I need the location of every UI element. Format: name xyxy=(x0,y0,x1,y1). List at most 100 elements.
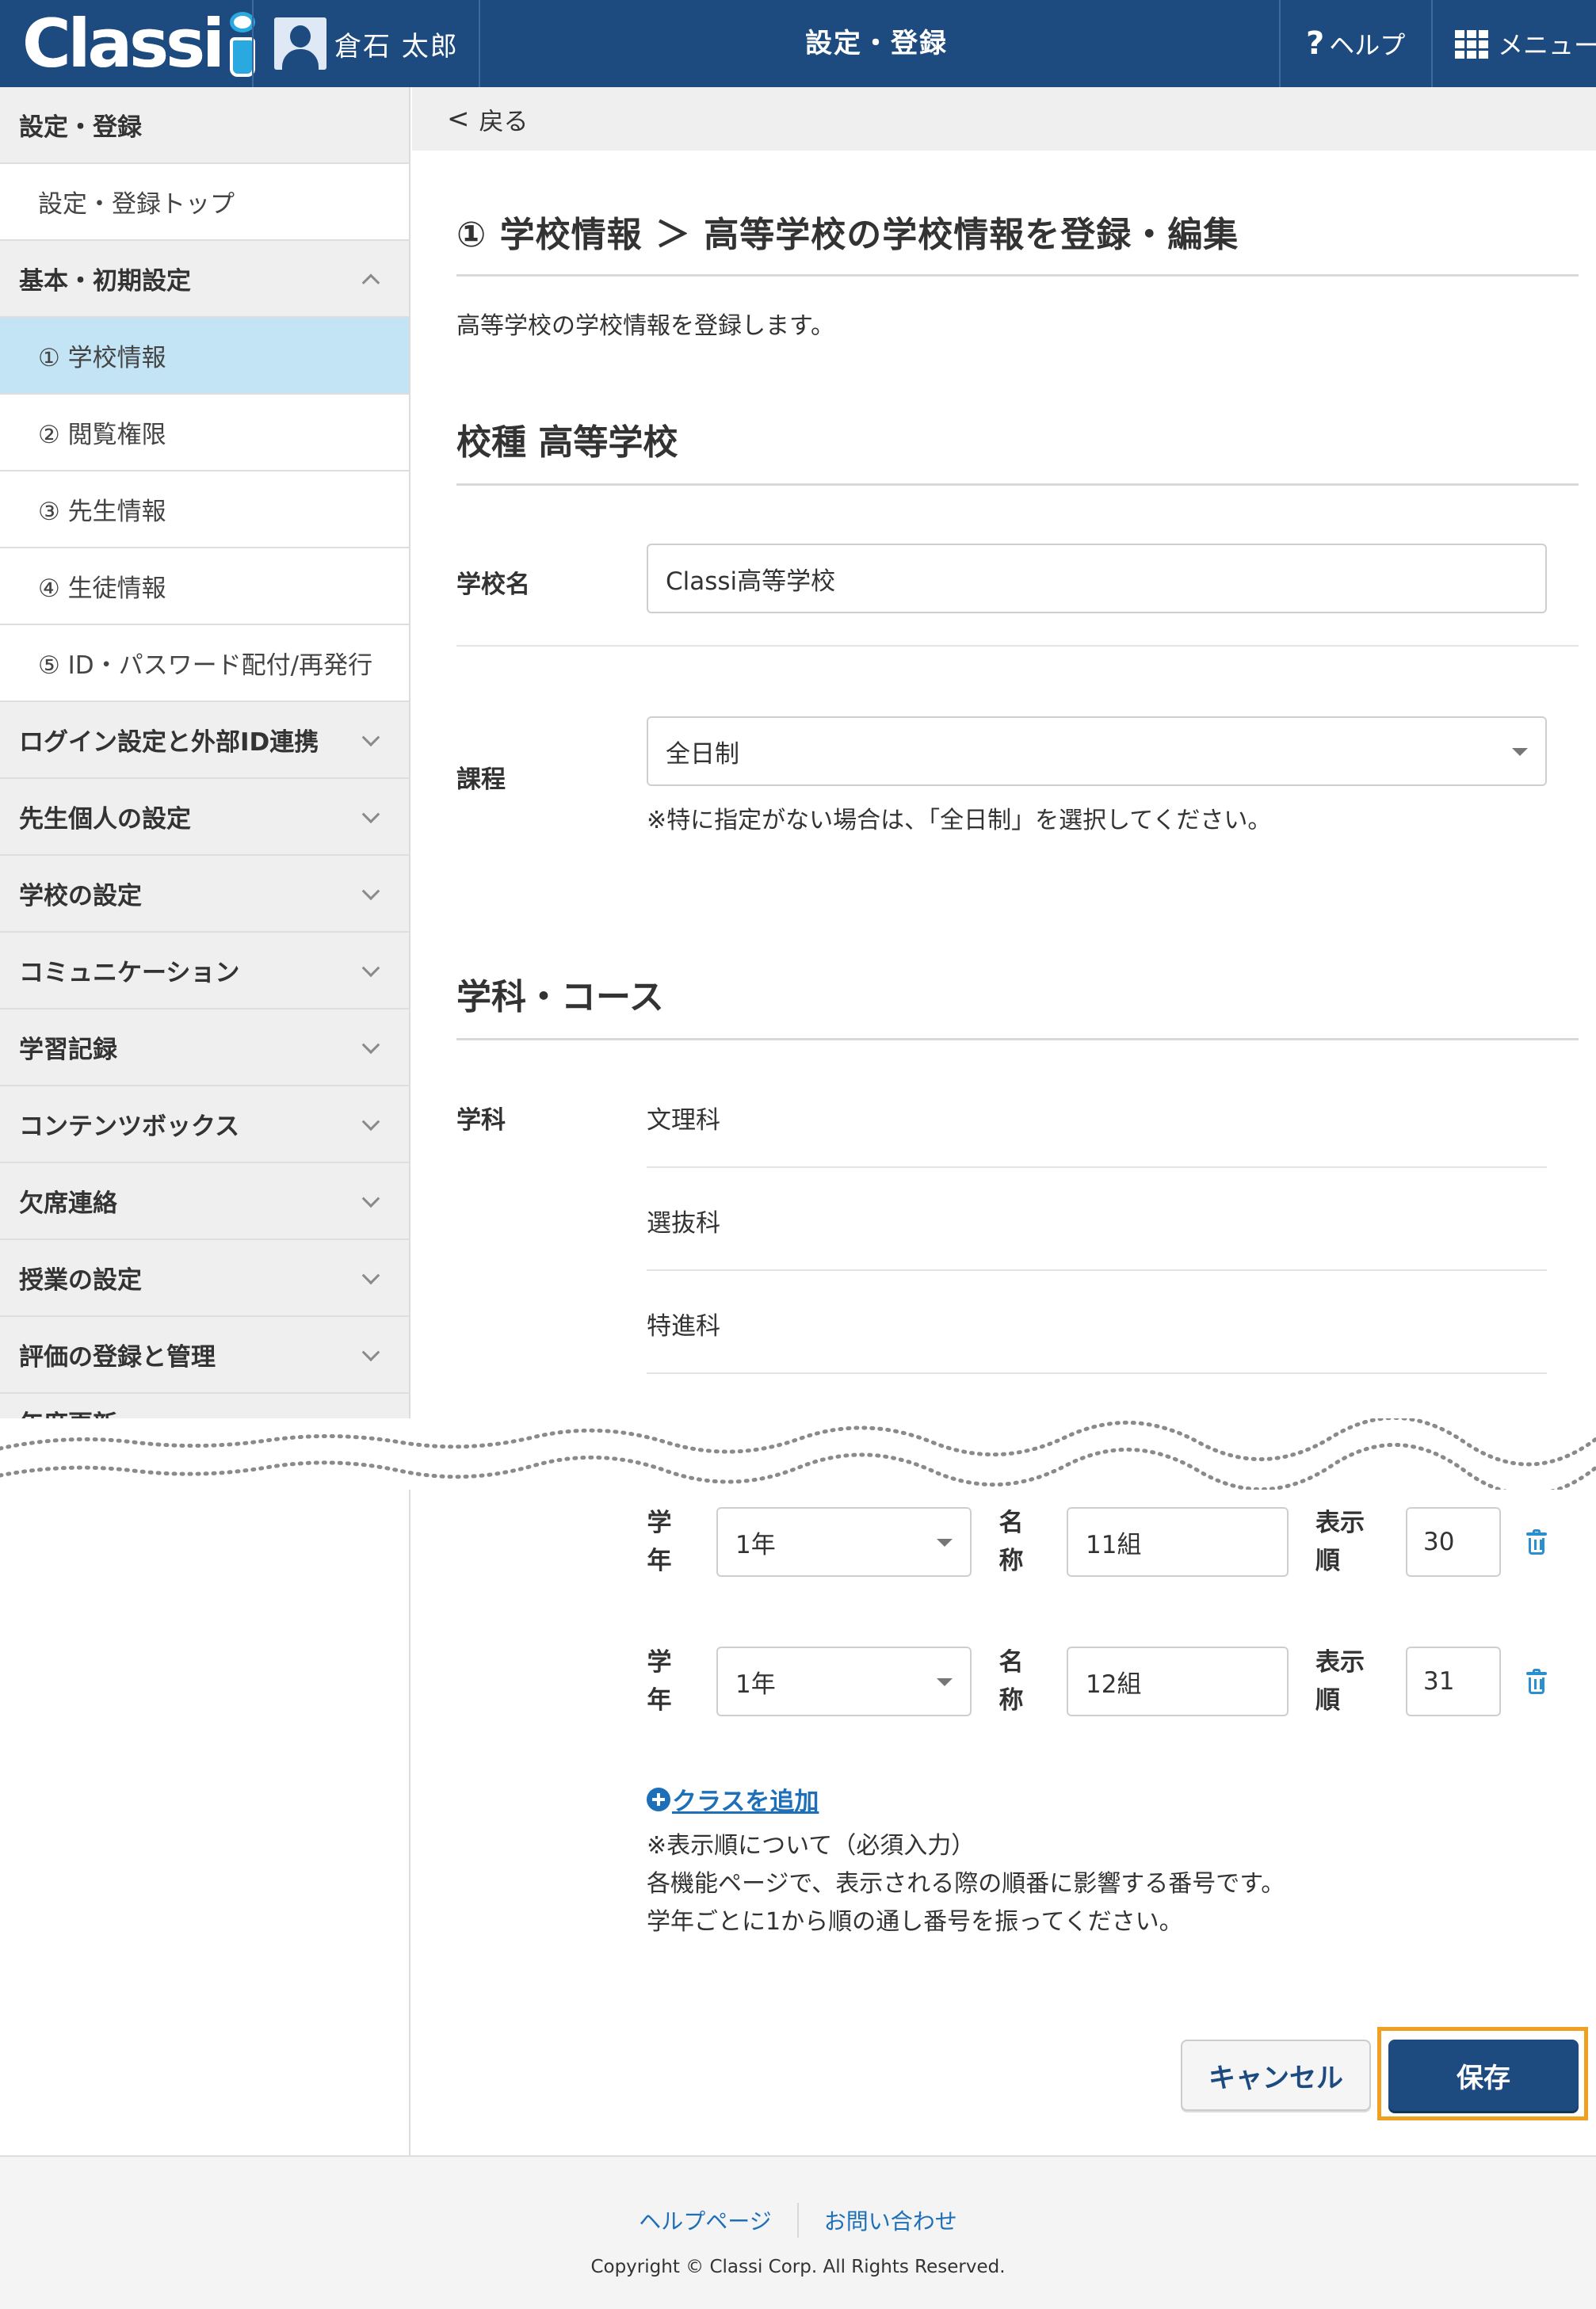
classi-logo[interactable]: Classi xyxy=(20,5,260,82)
footer-divider xyxy=(796,2203,799,2238)
sidebar-group-contents-box[interactable]: コンテンツボックス xyxy=(0,1086,409,1163)
help-page-link[interactable]: ヘルプページ xyxy=(639,2204,771,2236)
class-name-input[interactable]: 11組 xyxy=(1067,1507,1289,1577)
contact-link[interactable]: お問い合わせ xyxy=(824,2204,957,2236)
trash-icon[interactable] xyxy=(1526,1529,1547,1555)
school-name-value: Classi高等学校 xyxy=(666,567,836,596)
department-label: 学科 xyxy=(456,1106,506,1135)
plus-circle-icon xyxy=(647,1787,670,1811)
dropdown-arrow-icon xyxy=(937,1539,953,1547)
torn-edge xyxy=(0,1416,1596,1497)
name-label: 名称 xyxy=(998,1509,1024,1575)
sidebar-item-school-info[interactable]: ① 学校情報 xyxy=(0,318,409,395)
sidebar-item-label: ③ 先生情報 xyxy=(38,498,166,526)
course-label: 課程 xyxy=(456,765,506,794)
chevron-down-icon xyxy=(361,727,380,746)
chevron-down-icon xyxy=(361,958,380,977)
trash-icon[interactable] xyxy=(1526,1669,1547,1694)
footer-links: ヘルプページ お問い合わせ xyxy=(0,2203,1596,2238)
order-value: 31 xyxy=(1423,1667,1455,1696)
grade-value: 1年 xyxy=(735,1530,776,1559)
sidebar-group-learning-record[interactable]: 学習記録 xyxy=(0,1009,409,1086)
sidebar-item-label: コンテンツボックス xyxy=(19,1113,240,1141)
sidebar-item-label: ⑤ ID・パスワード配付/再発行 xyxy=(38,651,373,680)
sidebar-item-label: ログイン設定と外部ID連携 xyxy=(19,728,319,757)
chevron-down-icon xyxy=(361,1265,380,1284)
department-divider xyxy=(647,1166,1547,1168)
logo-i-icon xyxy=(225,10,260,77)
school-name-input[interactable]: Classi高等学校 xyxy=(647,544,1547,613)
header-divider xyxy=(1431,0,1433,87)
class-name-input[interactable]: 12組 xyxy=(1067,1647,1289,1716)
title-divider xyxy=(456,274,1579,277)
add-class-link[interactable]: クラスを追加 xyxy=(647,1781,819,1817)
sidebar-item-label: 学校の設定 xyxy=(19,882,142,910)
department-item: 特進科 xyxy=(647,1312,720,1341)
order-label: 表示順 xyxy=(1315,1648,1365,1715)
school-name-label: 学校名 xyxy=(456,571,530,599)
sidebar-item-label: ② 閲覧権限 xyxy=(38,421,166,449)
sidebar-group-classes[interactable]: 授業の設定 xyxy=(0,1240,409,1317)
sidebar-group-communication[interactable]: コミュニケーション xyxy=(0,933,409,1009)
sidebar-item-teachers[interactable]: ③ 先生情報 xyxy=(0,471,409,548)
sidebar-nav: 設定・登録 設定・登録トップ 基本・初期設定 ① 学校情報 ② 閲覧権限 ③ 先… xyxy=(0,87,409,1434)
class-name-value: 11組 xyxy=(1086,1530,1142,1559)
course-select[interactable]: 全日制 xyxy=(647,716,1547,786)
sidebar-item-settings-top[interactable]: 設定・登録トップ xyxy=(0,164,409,241)
sidebar-group-settings[interactable]: 設定・登録 xyxy=(0,87,409,164)
chevron-down-icon xyxy=(361,804,380,823)
sidebar-item-students[interactable]: ④ 生徒情報 xyxy=(0,548,409,625)
name-label: 名称 xyxy=(998,1648,1024,1715)
grade-select[interactable]: 1年 xyxy=(716,1647,972,1716)
grade-label: 学年 xyxy=(647,1509,672,1575)
sidebar: 設定・登録 設定・登録トップ 基本・初期設定 ① 学校情報 ② 閲覧権限 ③ 先… xyxy=(0,87,410,2155)
back-label: 戻る xyxy=(479,107,529,136)
grade-value: 1年 xyxy=(735,1670,776,1699)
sidebar-item-label: 先生個人の設定 xyxy=(19,805,191,834)
sidebar-group-evaluation[interactable]: 評価の登録と管理 xyxy=(0,1317,409,1394)
department-item: 文理科 xyxy=(647,1106,720,1135)
order-input[interactable]: 31 xyxy=(1406,1647,1501,1716)
school-type-heading: 校種 高等学校 xyxy=(456,422,678,463)
sidebar-group-absence[interactable]: 欠席連絡 xyxy=(0,1163,409,1240)
sidebar-group-login[interactable]: ログイン設定と外部ID連携 xyxy=(0,702,409,779)
app-header: Classi 倉石 太郎 設定・登録 ? ヘルプ メニュー xyxy=(0,0,1596,87)
add-class-label: クラスを追加 xyxy=(672,1788,819,1816)
help-button[interactable]: ? ヘルプ xyxy=(1306,0,1405,87)
course-note: ※特に指定がない場合は、「全日制」を選択してください。 xyxy=(647,807,1272,834)
header-title: 設定・登録 xyxy=(805,28,948,59)
chevron-down-icon xyxy=(361,1035,380,1054)
sidebar-group-teacher-personal[interactable]: 先生個人の設定 xyxy=(0,779,409,856)
sidebar-item-id-password[interactable]: ⑤ ID・パスワード配付/再発行 xyxy=(0,625,409,702)
grade-label: 学年 xyxy=(647,1648,672,1715)
note-line: 各機能ページで、表示される際の順番に影響する番号です。 xyxy=(647,1870,1285,1898)
sidebar-group-basic[interactable]: 基本・初期設定 xyxy=(0,241,409,318)
page-title: ① 学校情報 ＞ 高等学校の学校情報を登録・編集 xyxy=(456,215,1239,255)
sidebar-item-label: 学習記録 xyxy=(19,1036,117,1064)
order-input[interactable]: 30 xyxy=(1406,1507,1501,1577)
save-button[interactable]: 保存 xyxy=(1388,2040,1579,2111)
cancel-button[interactable]: キャンセル xyxy=(1181,2040,1371,2111)
menu-button[interactable]: メニュー xyxy=(1455,0,1596,87)
department-item: 選抜科 xyxy=(647,1209,720,1238)
chevron-up-icon xyxy=(361,273,380,292)
question-icon: ? xyxy=(1306,25,1325,62)
order-label: 表示順 xyxy=(1315,1509,1365,1575)
dropdown-arrow-icon xyxy=(937,1678,953,1686)
header-divider xyxy=(1279,0,1281,87)
order-notes: ※表示順について（必須入力） 各機能ページで、表示される際の順番に影響する番号で… xyxy=(647,1827,1285,1941)
grid-menu-icon xyxy=(1455,30,1488,59)
sidebar-item-label: 基本・初期設定 xyxy=(19,267,191,296)
dropdown-arrow-icon xyxy=(1512,748,1528,756)
back-link[interactable]: < 戻る xyxy=(412,87,1596,151)
sidebar-item-permissions[interactable]: ② 閲覧権限 xyxy=(0,395,409,471)
sidebar-group-school-settings[interactable]: 学校の設定 xyxy=(0,856,409,933)
user-menu[interactable]: 倉石 太郎 xyxy=(274,17,459,70)
sidebar-item-label: 設定・登録 xyxy=(19,113,142,142)
omitted-content-break xyxy=(0,1416,1596,1497)
sidebar-item-label: 欠席連絡 xyxy=(19,1189,117,1218)
chevron-down-icon xyxy=(361,1189,380,1208)
grade-select[interactable]: 1年 xyxy=(716,1507,972,1577)
chevron-down-icon xyxy=(361,1342,380,1361)
sidebar-item-label: 評価の登録と管理 xyxy=(19,1343,216,1372)
